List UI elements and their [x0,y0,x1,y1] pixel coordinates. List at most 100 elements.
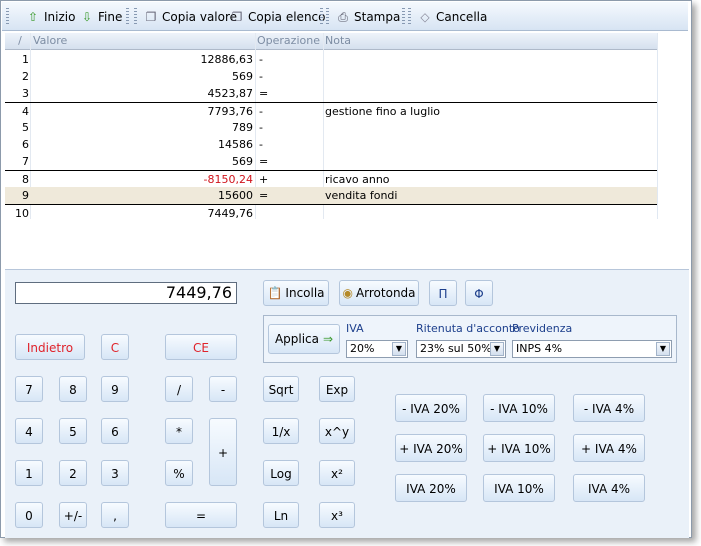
equals-button[interactable]: = [165,502,237,528]
fine-button[interactable]: ⇩ Fine [76,6,126,28]
applica-label: Applica [274,332,319,346]
table-row[interactable]: 1 12886,63 - [5,51,657,68]
copia-elenco-label: Copia elenco [248,10,326,24]
plus-button[interactable]: + [209,418,237,486]
result-display[interactable]: 7449,76 [15,282,237,304]
minus-iva-20-button[interactable]: - IVA 20% [395,394,467,422]
cancella-button[interactable]: ◇ Cancella [414,6,491,28]
table-row[interactable]: 2 569 - [5,68,657,85]
plus-iva-10-button[interactable]: + IVA 10% [483,434,555,462]
previdenza-value: INPS 4% [516,342,563,355]
stampa-button[interactable]: ⎙ Stampa [332,6,404,28]
table-row-selected[interactable]: 9 15600 = vendita fondi [5,187,657,204]
iva-10-button[interactable]: IVA 10% [483,474,555,502]
paste-icon: 📋 [267,286,283,300]
table-row[interactable]: 5 789 - [5,119,657,136]
calculator-window: ⇧ Inizio ⇩ Fine ❐ Copia valore ❐ Copia e… [0,0,692,538]
table-row[interactable]: 6 14586 - [5,136,657,153]
header-num[interactable]: / [9,34,31,47]
iva-20-button[interactable]: IVA 20% [395,474,467,502]
row-number: 6 [22,138,29,151]
table-row[interactable]: 3 4523,87 = [5,85,657,102]
toolbar-grip[interactable] [6,8,9,26]
iva-select[interactable]: 20% ▼ [346,340,408,358]
log-button[interactable]: Log [263,460,299,486]
exp-button[interactable]: Exp [319,376,355,402]
row-operation: - [259,70,263,83]
toolbar-grip [126,8,129,26]
arrow-up-icon: ⇧ [27,10,39,24]
minus-iva-4-button[interactable]: - IVA 4% [573,394,645,422]
square-button[interactable]: x² [319,460,355,486]
key-1[interactable]: 1 [15,460,43,486]
printer-icon: ⎙ [338,10,348,24]
toolbar-grip [402,8,405,26]
row-number: 2 [22,70,29,83]
row-value: 15600 [218,189,253,202]
phi-button[interactable]: Φ [465,280,493,306]
incolla-label: Incolla [285,286,325,300]
previdenza-select[interactable]: INPS 4% ▼ [512,340,672,358]
header-operazione[interactable]: Operazione [257,34,320,47]
power-button[interactable]: x^y [319,418,355,444]
minus-button[interactable]: - [209,376,237,402]
header-valore[interactable]: Valore [33,34,67,47]
multiply-button[interactable]: * [165,418,193,444]
table-row[interactable]: 10 7449,76 [5,204,657,222]
coin-icon: ◉ [342,286,353,300]
row-value: 789 [232,121,253,134]
pi-button[interactable]: Π [429,280,457,306]
clear-entry-button[interactable]: CE [165,334,237,360]
tax-group: Applica ⇒ IVA 20% ▼ Ritenuta d'acconto 2… [263,315,677,363]
toolbar-grip [134,8,137,26]
iva-4-button[interactable]: IVA 4% [573,474,645,502]
key-2[interactable]: 2 [59,460,87,486]
row-number: 3 [22,87,29,100]
eraser-icon: ◇ [420,10,430,24]
percent-button[interactable]: % [165,460,193,486]
fine-label: Fine [98,10,123,24]
toolbar-grip [326,8,329,26]
key-4[interactable]: 4 [15,418,43,444]
row-operation: - [259,53,263,66]
copia-elenco-button[interactable]: ❐ Copia elenco [226,6,329,28]
divide-button[interactable]: / [165,376,193,402]
arrotonda-button[interactable]: ◉ Arrotonda [339,280,419,306]
values-grid[interactable]: / Valore Operazione Nota 1 12886,63 - 2 … [5,33,658,222]
minus-iva-10-button[interactable]: - IVA 10% [483,394,555,422]
ritenuta-select[interactable]: 23% sul 50% ▼ [416,340,506,358]
reciprocal-button[interactable]: 1/x [263,418,299,444]
clear-button[interactable]: C [101,334,129,360]
table-row[interactable]: 8 -8150,24 + ricavo anno [5,170,657,188]
applica-button[interactable]: Applica ⇒ [268,324,340,354]
key-8[interactable]: 8 [59,376,87,402]
cube-button[interactable]: x³ [319,502,355,528]
table-row[interactable]: 4 7793,76 - gestione fino a luglio [5,102,657,120]
row-number: 8 [22,173,29,186]
toolbar-grip [408,8,411,26]
key-5[interactable]: 5 [59,418,87,444]
header-nota[interactable]: Nota [325,34,351,47]
cancella-label: Cancella [436,10,488,24]
key-6[interactable]: 6 [101,418,129,444]
row-operation: = [259,87,269,100]
plus-iva-20-button[interactable]: + IVA 20% [395,434,467,462]
indietro-button[interactable]: Indietro [15,334,85,360]
inizio-label: Inizio [44,10,76,24]
key-7[interactable]: 7 [15,376,43,402]
row-operation: - [259,138,263,151]
comma-button[interactable]: , [101,502,129,528]
inizio-button[interactable]: ⇧ Inizio [22,6,79,28]
sign-button[interactable]: +/- [59,502,87,528]
key-3[interactable]: 3 [101,460,129,486]
sqrt-button[interactable]: Sqrt [263,376,299,402]
key-9[interactable]: 9 [101,376,129,402]
copy-icon: ❐ [145,10,157,24]
incolla-button[interactable]: 📋 Incolla [263,280,329,306]
row-number: 9 [22,189,29,202]
iva-label: IVA [346,322,364,335]
key-0[interactable]: 0 [15,502,43,528]
table-row[interactable]: 7 569 = [5,153,657,170]
plus-iva-4-button[interactable]: + IVA 4% [573,434,645,462]
ln-button[interactable]: Ln [263,502,299,528]
